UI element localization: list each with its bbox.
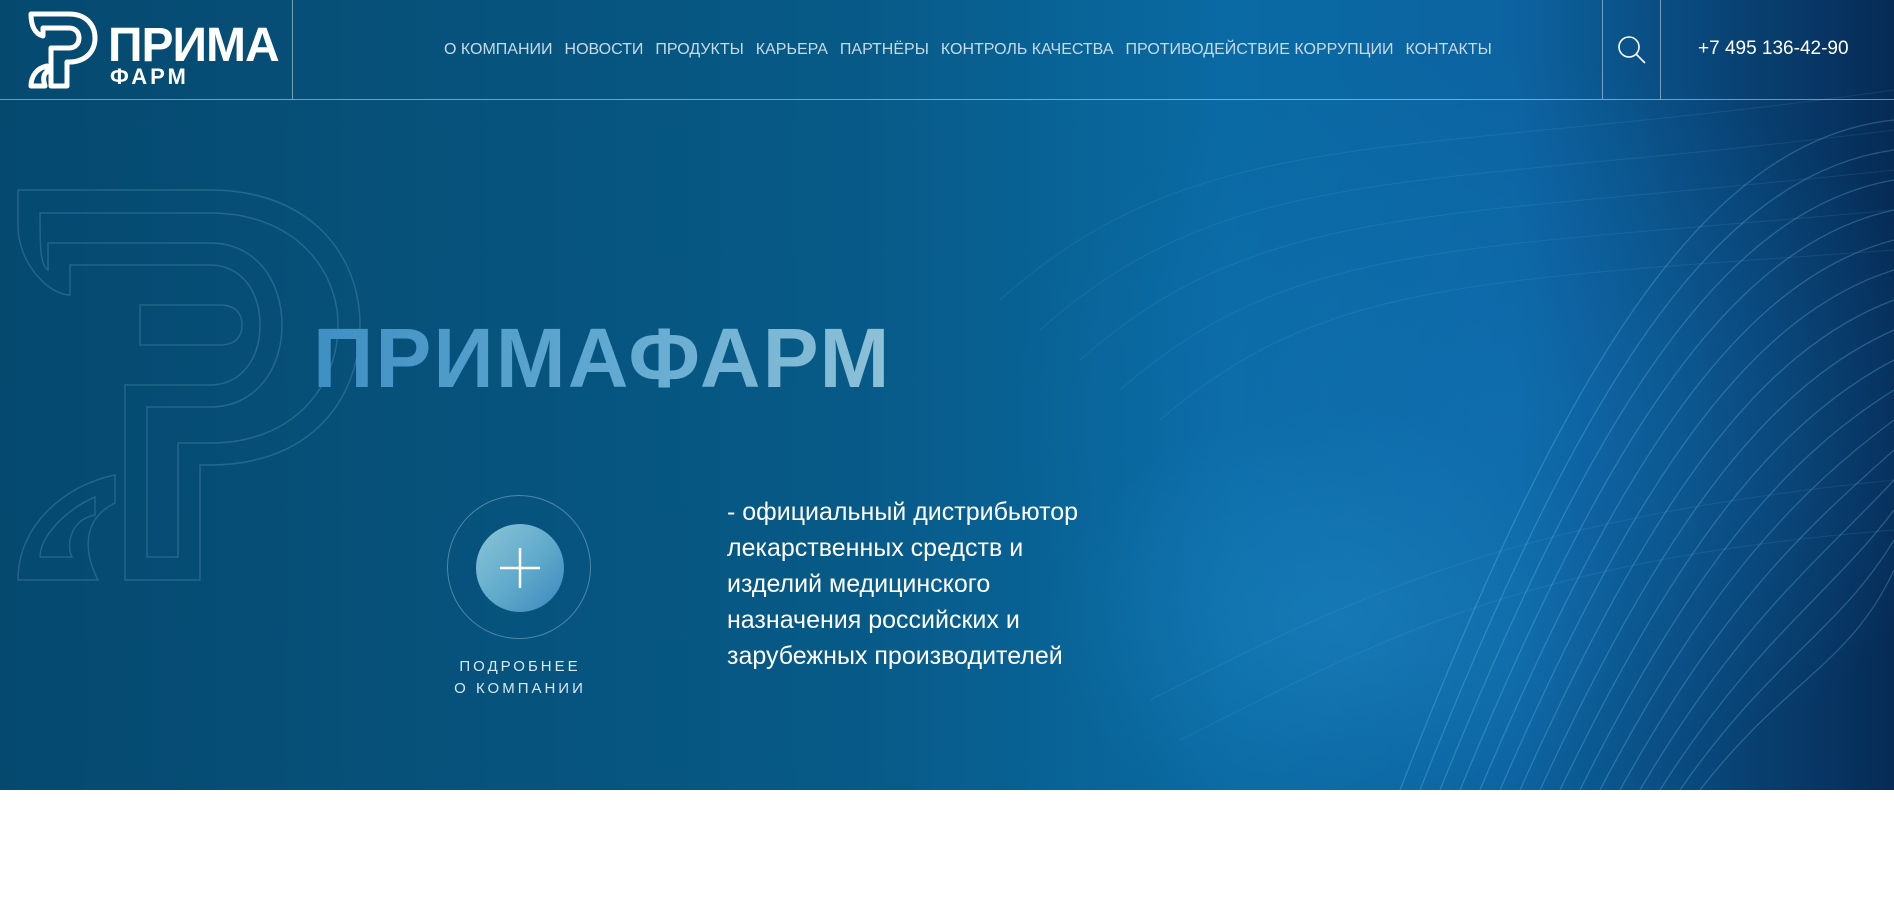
nav-item-contacts[interactable]: КОНТАКТЫ	[1405, 38, 1491, 62]
more-about-company-button[interactable]	[476, 524, 564, 612]
plus-icon	[500, 548, 540, 588]
nav-item-about[interactable]: О КОМПАНИИ	[444, 38, 553, 62]
hero-section: ПРИМАФАРМ ПОДРОБНЕЕ О КОМПАНИИ - официал…	[0, 0, 1894, 790]
hero-description-line: зарубежных производителей	[727, 642, 1063, 670]
nav-item-quality-control[interactable]: КОНТРОЛЬ КАЧЕСТВА	[941, 38, 1114, 62]
nav-item-anti-corruption[interactable]: ПРОТИВОДЕЙСТВИЕ КОРРУПЦИИ	[1126, 38, 1394, 62]
nav-item-products[interactable]: ПРОДУКТЫ	[655, 38, 743, 62]
hero-description-line: лекарственных средств и	[727, 534, 1024, 562]
site-header: ПРИМА ФАРМ О КОМПАНИИ НОВОСТИ ПРОДУКТЫ К…	[0, 0, 1894, 100]
logo-text-farm: ФАРМ	[110, 64, 189, 89]
phone-number[interactable]: +7 495 136-42-90	[1698, 37, 1849, 61]
more-label-line2: О КОМПАНИИ	[454, 680, 586, 697]
nav-item-career[interactable]: КАРЬЕРА	[756, 38, 828, 62]
hero-description-line: назначения российских и	[727, 606, 1020, 634]
nav-item-partners[interactable]: ПАРТНЁРЫ	[840, 38, 929, 62]
search-button[interactable]	[1602, 0, 1661, 99]
hero-description-line: - официальный дистрибьютор	[727, 498, 1079, 526]
nav-item-news[interactable]: НОВОСТИ	[565, 38, 644, 62]
main-nav: О КОМПАНИИ НОВОСТИ ПРОДУКТЫ КАРЬЕРА ПАРТ…	[444, 38, 1492, 62]
hero-description: - официальный дистрибьютор лекарственных…	[727, 494, 1147, 674]
hero-description-line: изделий медицинского	[727, 570, 991, 598]
logo-mark-icon	[28, 11, 98, 89]
more-label-line1: ПОДРОБНЕЕ	[459, 658, 581, 675]
more-about-company-label[interactable]: ПОДРОБНЕЕ О КОМПАНИИ	[430, 656, 610, 700]
logo-text-prima: ПРИМА	[108, 19, 280, 72]
logo[interactable]: ПРИМА ФАРМ	[0, 0, 293, 99]
hero-title: ПРИМАФАРМ	[313, 311, 892, 405]
search-icon	[1617, 35, 1646, 64]
